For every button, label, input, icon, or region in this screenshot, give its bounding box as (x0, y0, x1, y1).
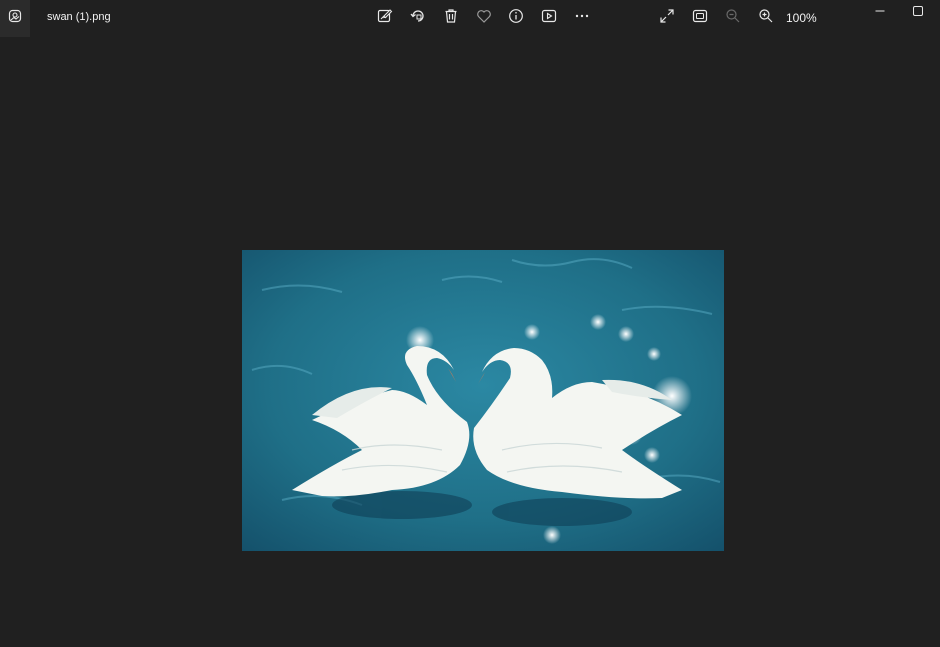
edit-image-icon (377, 8, 393, 29)
zoom-out-icon (725, 8, 741, 29)
delete-icon (443, 8, 459, 29)
minimize-icon (875, 3, 885, 21)
zoom-level-label[interactable]: 100% (786, 11, 817, 25)
rotate-icon (410, 8, 426, 29)
info-button[interactable] (505, 7, 527, 29)
info-icon (508, 8, 524, 29)
maximize-button[interactable] (906, 2, 930, 22)
slideshow-icon (541, 8, 557, 29)
app-icon-button[interactable] (0, 0, 30, 37)
zoom-in-button[interactable] (755, 7, 777, 29)
title-bar: swan (1).png 100% (0, 0, 940, 37)
zoom-in-icon (758, 8, 774, 29)
zoom-out-button[interactable] (722, 7, 744, 29)
more-icon (574, 8, 590, 29)
favorite-icon (476, 8, 492, 29)
photos-app-icon (8, 9, 22, 28)
fullscreen-button[interactable] (656, 7, 678, 29)
edit-image-button[interactable] (374, 7, 396, 29)
slideshow-button[interactable] (538, 7, 560, 29)
maximize-icon (913, 3, 923, 21)
fit-to-window-icon (692, 8, 708, 29)
fit-to-window-button[interactable] (689, 7, 711, 29)
displayed-image[interactable] (242, 250, 724, 551)
swans-photo (242, 250, 724, 551)
delete-button[interactable] (440, 7, 462, 29)
favorite-button[interactable] (473, 7, 495, 29)
more-options-button[interactable] (571, 7, 593, 29)
minimize-button[interactable] (868, 2, 892, 22)
fullscreen-icon (659, 8, 675, 29)
rotate-button[interactable] (407, 7, 429, 29)
file-name-label: swan (1).png (47, 11, 111, 23)
